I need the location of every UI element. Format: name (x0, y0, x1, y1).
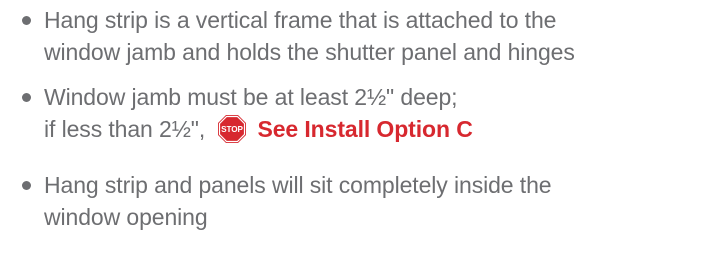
bullet-text-line: Hang strip and panels will sit completel… (44, 172, 552, 198)
list-item: Window jamb must be at least 2½" deep; i… (22, 81, 697, 145)
stop-sign-icon: STOP (218, 114, 247, 143)
bullet-dot (22, 93, 31, 102)
bullet-text-prefix: if less than 2½", (44, 116, 206, 142)
bullet-text-line: window opening (44, 204, 208, 230)
bullet-text-line-with-link: if less than 2½", STOP See Install Optio… (44, 113, 697, 145)
bullet-dot (22, 16, 31, 25)
instruction-list: Hang strip is a vertical frame that is a… (22, 4, 697, 233)
stop-sign-text: STOP (222, 125, 244, 134)
bullet-text-line: window jamb and holds the shutter panel … (44, 39, 575, 65)
bullet-text-line: Hang strip is a vertical frame that is a… (44, 7, 557, 33)
list-item: Hang strip is a vertical frame that is a… (22, 4, 697, 68)
bullet-text-line: Window jamb must be at least 2½" deep; (44, 84, 458, 110)
bullet-dot (22, 181, 31, 190)
install-option-c-link[interactable]: See Install Option C (257, 116, 472, 142)
list-item: Hang strip and panels will sit completel… (22, 169, 697, 233)
